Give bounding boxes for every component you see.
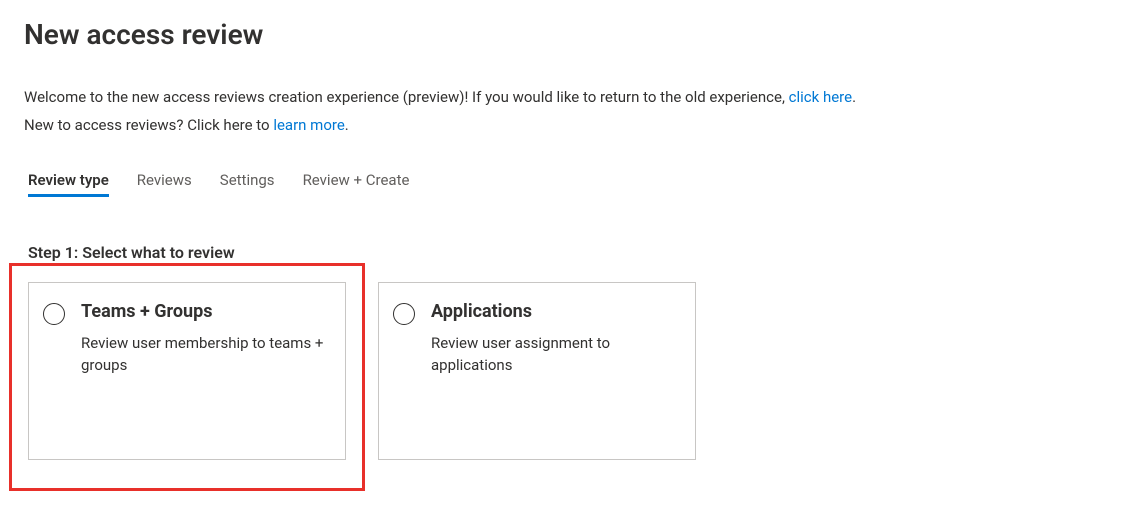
intro-text: Welcome to the new access reviews creati… (24, 83, 1100, 139)
intro-line2-prefix: New to access reviews? Click here to (24, 116, 273, 134)
old-experience-link[interactable]: click here (789, 88, 852, 106)
highlight-box: Teams + Groups Review user membership to… (9, 263, 365, 491)
option-desc: Review user assignment to applications (431, 332, 677, 376)
intro-line1-suffix: . (852, 88, 856, 106)
review-options: Teams + Groups Review user membership to… (24, 282, 1100, 460)
option-body: Teams + Groups Review user membership to… (81, 301, 327, 376)
option-teams-groups[interactable]: Teams + Groups Review user membership to… (28, 282, 346, 460)
tab-review-type[interactable]: Review type (28, 171, 109, 195)
option-applications[interactable]: Applications Review user assignment to a… (378, 282, 696, 460)
option-body: Applications Review user assignment to a… (431, 301, 677, 376)
step-heading: Step 1: Select what to review (24, 243, 1100, 262)
page-title: New access review (24, 18, 1100, 51)
radio-icon (393, 303, 415, 325)
tab-review-create[interactable]: Review + Create (303, 171, 410, 195)
tabs-bar: Review type Reviews Settings Review + Cr… (24, 171, 1100, 195)
intro-line2-suffix: . (345, 116, 349, 134)
radio-icon (43, 303, 65, 325)
option-title: Applications (431, 301, 677, 322)
tab-reviews[interactable]: Reviews (137, 171, 192, 195)
option-desc: Review user membership to teams + groups (81, 332, 327, 376)
tab-settings[interactable]: Settings (220, 171, 275, 195)
intro-line1-prefix: Welcome to the new access reviews creati… (24, 88, 789, 106)
option-title: Teams + Groups (81, 301, 327, 322)
learn-more-link[interactable]: learn more (273, 116, 344, 134)
